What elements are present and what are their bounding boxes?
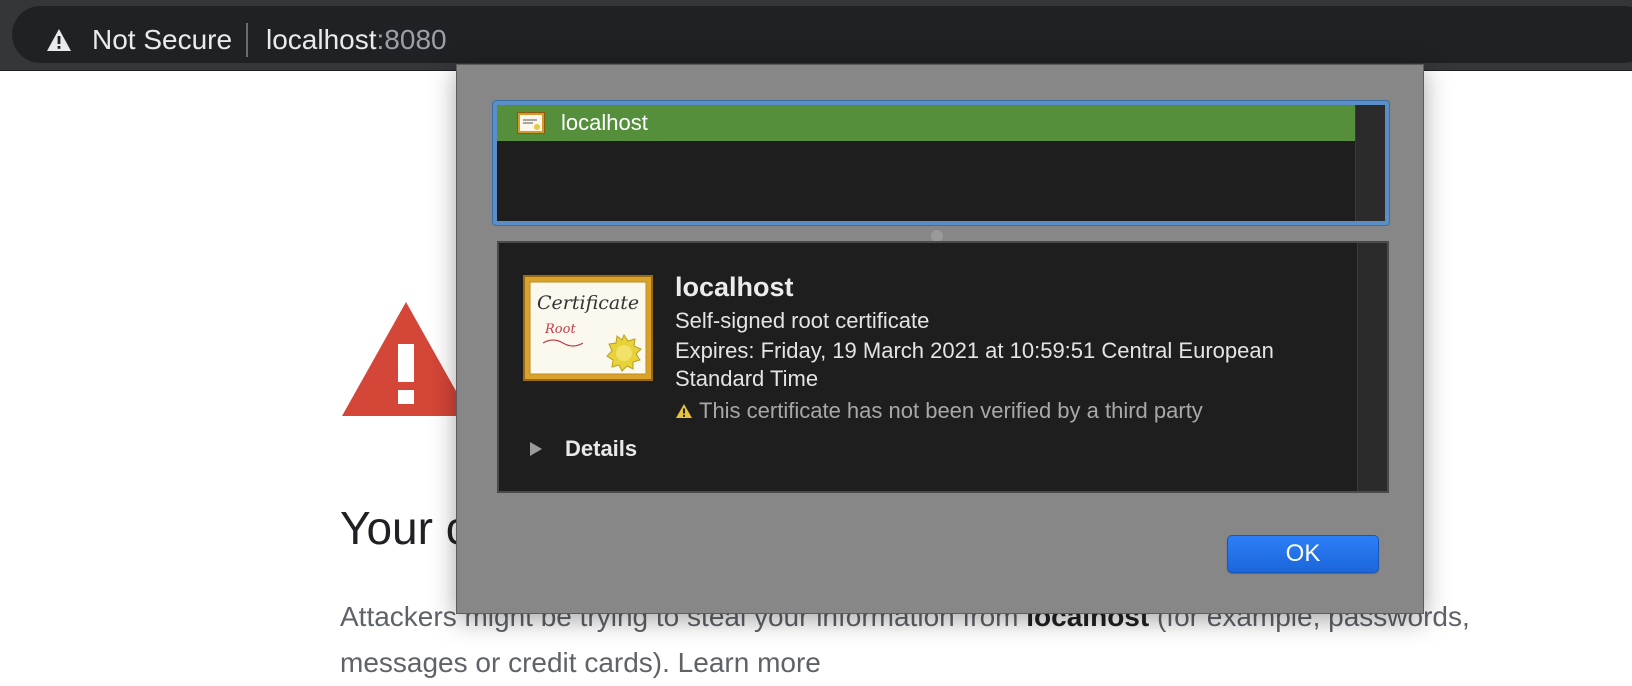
certificate-large-icon: Certificate Root	[523, 275, 653, 381]
browser-toolbar: Not Secure localhost:8080	[0, 0, 1632, 71]
list-scrollbar[interactable]	[1355, 105, 1385, 221]
danger-warning-icon	[342, 302, 470, 416]
address-divider	[246, 23, 248, 57]
page-description-text-3: messages or credit cards).	[340, 647, 678, 678]
url-text[interactable]: localhost:8080	[266, 22, 447, 58]
certificate-type: Self-signed root certificate	[675, 308, 930, 333]
certificate-list[interactable]: localhost	[493, 101, 1389, 225]
certificate-icon-title: Certificate	[537, 292, 639, 314]
caution-icon	[676, 404, 692, 418]
certificate-expiry: Expires: Friday, 19 March 2021 at 10:59:…	[675, 338, 1274, 391]
certificate-trust-warning: This certificate has not been verified b…	[675, 397, 1203, 425]
details-scrollbar[interactable]	[1357, 243, 1387, 491]
certificate-trust-warning-text: This certificate has not been verified b…	[699, 398, 1203, 423]
certificate-icon-subtitle: Root	[544, 322, 576, 337]
certificate-list-item[interactable]: localhost	[497, 105, 1355, 141]
details-label[interactable]: Details	[565, 435, 637, 463]
page-title: Your c	[340, 502, 469, 554]
certificate-details-panel: Certificate Root localhost Self-signed r…	[497, 241, 1389, 493]
disclosure-triangle-icon[interactable]	[529, 441, 543, 457]
warning-icon[interactable]	[46, 28, 72, 52]
address-bar[interactable]: Not Secure localhost:8080	[12, 6, 1632, 63]
certificate-list-item-label: localhost	[561, 110, 648, 135]
certificate-icon	[517, 112, 545, 134]
security-status-label[interactable]: Not Secure	[92, 22, 232, 58]
url-host: localhost	[266, 24, 377, 55]
details-disclosure[interactable]: Details	[529, 435, 637, 463]
certificate-dialog: localhost Certificate Root localhost Sel…	[456, 64, 1424, 614]
url-port: :8080	[376, 24, 447, 55]
certificate-name: localhost	[675, 272, 794, 302]
ok-button[interactable]: OK	[1227, 535, 1379, 573]
learn-more-link[interactable]: Learn more	[678, 647, 821, 678]
